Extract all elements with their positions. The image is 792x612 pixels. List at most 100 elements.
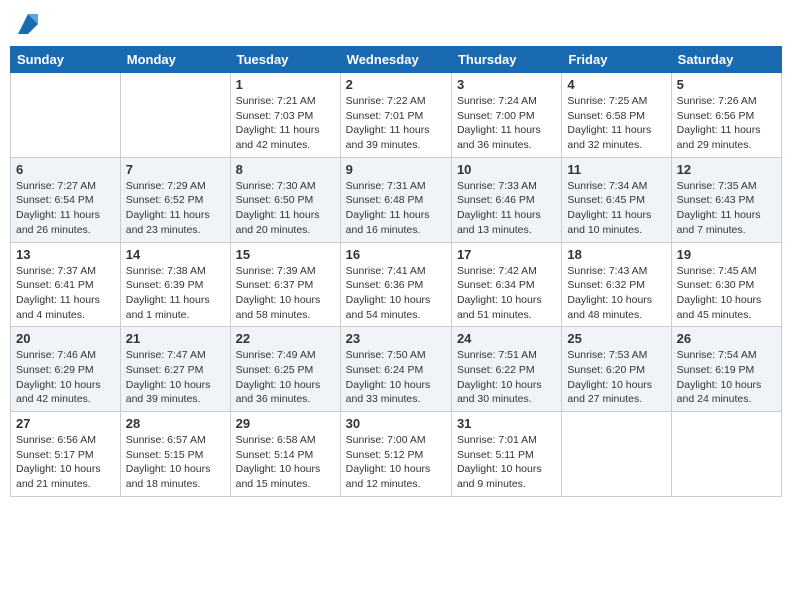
calendar-cell: 5Sunrise: 7:26 AMSunset: 6:56 PMDaylight… <box>671 73 781 158</box>
calendar-cell: 28 Sunrise: 6:57 AMSunset: 5:15 PMDayligh… <box>120 412 230 497</box>
day-number: 21 <box>126 331 225 346</box>
day-info: Sunrise: 7:49 AMSunset: 6:25 PMDaylight:… <box>236 348 335 407</box>
day-info: Sunrise: 7:54 AMSunset: 6:19 PMDaylight:… <box>677 348 776 407</box>
day-info: Sunrise: 7:37 AMSunset: 6:41 PMDaylight:… <box>16 264 115 323</box>
calendar-header-saturday: Saturday <box>671 47 781 73</box>
day-number: 20 <box>16 331 115 346</box>
day-number: 15 <box>236 247 335 262</box>
calendar-cell <box>11 73 121 158</box>
day-number: 2 <box>346 77 446 92</box>
calendar-cell: 4 Sunrise: 7:25 AMSunset: 6:58 PMDaylight… <box>562 73 671 158</box>
calendar-cell: 20Sunrise: 7:46 AMSunset: 6:29 PMDayligh… <box>11 327 121 412</box>
day-info: Sunrise: 7:21 AMSunset: 7:03 PMDaylight:… <box>236 94 335 153</box>
calendar-cell: 19 Sunrise: 7:45 AMSunset: 6:30 PMDayligh… <box>671 242 781 327</box>
day-number: 10 <box>457 162 556 177</box>
day-info: Sunrise: 6:57 AMSunset: 5:15 PMDaylight:… <box>126 433 225 492</box>
day-number: 18 <box>567 247 665 262</box>
calendar-week-4: 20Sunrise: 7:46 AMSunset: 6:29 PMDayligh… <box>11 327 782 412</box>
page-header <box>10 10 782 38</box>
calendar-cell: 8 Sunrise: 7:30 AMSunset: 6:50 PMDaylight… <box>230 157 340 242</box>
calendar-cell: 29 Sunrise: 6:58 AMSunset: 5:14 PMDayligh… <box>230 412 340 497</box>
day-number: 7 <box>126 162 225 177</box>
day-info: Sunrise: 7:27 AMSunset: 6:54 PMDaylight:… <box>16 179 115 238</box>
day-info: Sunrise: 7:50 AMSunset: 6:24 PMDaylight:… <box>346 348 446 407</box>
calendar-week-1: 1 Sunrise: 7:21 AMSunset: 7:03 PMDaylight… <box>11 73 782 158</box>
logo <box>10 10 42 38</box>
calendar-cell: 17 Sunrise: 7:42 AMSunset: 6:34 PMDayligh… <box>451 242 561 327</box>
calendar-cell: 13Sunrise: 7:37 AMSunset: 6:41 PMDayligh… <box>11 242 121 327</box>
day-number: 9 <box>346 162 446 177</box>
day-number: 26 <box>677 331 776 346</box>
calendar-cell: 16Sunrise: 7:41 AMSunset: 6:36 PMDayligh… <box>340 242 451 327</box>
day-info: Sunrise: 7:34 AMSunset: 6:45 PMDaylight:… <box>567 179 665 238</box>
calendar-week-2: 6 Sunrise: 7:27 AMSunset: 6:54 PMDaylight… <box>11 157 782 242</box>
day-info: Sunrise: 6:58 AMSunset: 5:14 PMDaylight:… <box>236 433 335 492</box>
day-info: Sunrise: 6:56 AMSunset: 5:17 PMDaylight:… <box>16 433 115 492</box>
calendar-cell: 11 Sunrise: 7:34 AMSunset: 6:45 PMDayligh… <box>562 157 671 242</box>
calendar-cell: 27 Sunrise: 6:56 AMSunset: 5:17 PMDayligh… <box>11 412 121 497</box>
calendar-header-sunday: Sunday <box>11 47 121 73</box>
day-info: Sunrise: 7:47 AMSunset: 6:27 PMDaylight:… <box>126 348 225 407</box>
day-info: Sunrise: 7:51 AMSunset: 6:22 PMDaylight:… <box>457 348 556 407</box>
day-number: 19 <box>677 247 776 262</box>
calendar-header-row: SundayMondayTuesdayWednesdayThursdayFrid… <box>11 47 782 73</box>
day-number: 30 <box>346 416 446 431</box>
calendar-cell <box>671 412 781 497</box>
calendar-cell: 31 Sunrise: 7:01 AMSunset: 5:11 PMDayligh… <box>451 412 561 497</box>
day-info: Sunrise: 7:22 AMSunset: 7:01 PMDaylight:… <box>346 94 446 153</box>
day-info: Sunrise: 7:41 AMSunset: 6:36 PMDaylight:… <box>346 264 446 323</box>
calendar-cell: 24 Sunrise: 7:51 AMSunset: 6:22 PMDayligh… <box>451 327 561 412</box>
day-number: 29 <box>236 416 335 431</box>
day-number: 4 <box>567 77 665 92</box>
day-number: 28 <box>126 416 225 431</box>
calendar-cell: 26 Sunrise: 7:54 AMSunset: 6:19 PMDayligh… <box>671 327 781 412</box>
day-number: 31 <box>457 416 556 431</box>
day-info: Sunrise: 7:30 AMSunset: 6:50 PMDaylight:… <box>236 179 335 238</box>
day-info: Sunrise: 7:00 AMSunset: 5:12 PMDaylight:… <box>346 433 446 492</box>
calendar-cell: 25Sunrise: 7:53 AMSunset: 6:20 PMDayligh… <box>562 327 671 412</box>
day-info: Sunrise: 7:01 AMSunset: 5:11 PMDaylight:… <box>457 433 556 492</box>
day-info: Sunrise: 7:33 AMSunset: 6:46 PMDaylight:… <box>457 179 556 238</box>
calendar-cell: 18Sunrise: 7:43 AMSunset: 6:32 PMDayligh… <box>562 242 671 327</box>
calendar-week-5: 27 Sunrise: 6:56 AMSunset: 5:17 PMDayligh… <box>11 412 782 497</box>
calendar-week-3: 13Sunrise: 7:37 AMSunset: 6:41 PMDayligh… <box>11 242 782 327</box>
calendar-cell: 7 Sunrise: 7:29 AMSunset: 6:52 PMDaylight… <box>120 157 230 242</box>
day-info: Sunrise: 7:31 AMSunset: 6:48 PMDaylight:… <box>346 179 446 238</box>
day-info: Sunrise: 7:24 AMSunset: 7:00 PMDaylight:… <box>457 94 556 153</box>
day-number: 1 <box>236 77 335 92</box>
calendar-cell: 2 Sunrise: 7:22 AMSunset: 7:01 PMDaylight… <box>340 73 451 158</box>
day-number: 3 <box>457 77 556 92</box>
day-number: 8 <box>236 162 335 177</box>
calendar-cell: 6 Sunrise: 7:27 AMSunset: 6:54 PMDaylight… <box>11 157 121 242</box>
day-number: 24 <box>457 331 556 346</box>
calendar-header-wednesday: Wednesday <box>340 47 451 73</box>
day-info: Sunrise: 7:29 AMSunset: 6:52 PMDaylight:… <box>126 179 225 238</box>
day-number: 25 <box>567 331 665 346</box>
day-info: Sunrise: 7:25 AMSunset: 6:58 PMDaylight:… <box>567 94 665 153</box>
day-info: Sunrise: 7:38 AMSunset: 6:39 PMDaylight:… <box>126 264 225 323</box>
calendar-cell: 9 Sunrise: 7:31 AMSunset: 6:48 PMDaylight… <box>340 157 451 242</box>
calendar-cell <box>562 412 671 497</box>
day-info: Sunrise: 7:42 AMSunset: 6:34 PMDaylight:… <box>457 264 556 323</box>
calendar-cell: 14Sunrise: 7:38 AMSunset: 6:39 PMDayligh… <box>120 242 230 327</box>
day-number: 27 <box>16 416 115 431</box>
day-number: 5 <box>677 77 776 92</box>
calendar-cell: 10 Sunrise: 7:33 AMSunset: 6:46 PMDayligh… <box>451 157 561 242</box>
calendar-cell: 12 Sunrise: 7:35 AMSunset: 6:43 PMDayligh… <box>671 157 781 242</box>
calendar-header-thursday: Thursday <box>451 47 561 73</box>
calendar-header-monday: Monday <box>120 47 230 73</box>
calendar-table: SundayMondayTuesdayWednesdayThursdayFrid… <box>10 46 782 497</box>
day-number: 12 <box>677 162 776 177</box>
calendar-cell: 1 Sunrise: 7:21 AMSunset: 7:03 PMDaylight… <box>230 73 340 158</box>
day-info: Sunrise: 7:35 AMSunset: 6:43 PMDaylight:… <box>677 179 776 238</box>
day-number: 11 <box>567 162 665 177</box>
day-number: 6 <box>16 162 115 177</box>
calendar-cell: 21 Sunrise: 7:47 AMSunset: 6:27 PMDayligh… <box>120 327 230 412</box>
day-info: Sunrise: 7:45 AMSunset: 6:30 PMDaylight:… <box>677 264 776 323</box>
calendar-cell: 22Sunrise: 7:49 AMSunset: 6:25 PMDayligh… <box>230 327 340 412</box>
day-info: Sunrise: 7:39 AMSunset: 6:37 PMDaylight:… <box>236 264 335 323</box>
day-number: 17 <box>457 247 556 262</box>
calendar-header-friday: Friday <box>562 47 671 73</box>
calendar-cell: 3 Sunrise: 7:24 AMSunset: 7:00 PMDaylight… <box>451 73 561 158</box>
day-number: 23 <box>346 331 446 346</box>
